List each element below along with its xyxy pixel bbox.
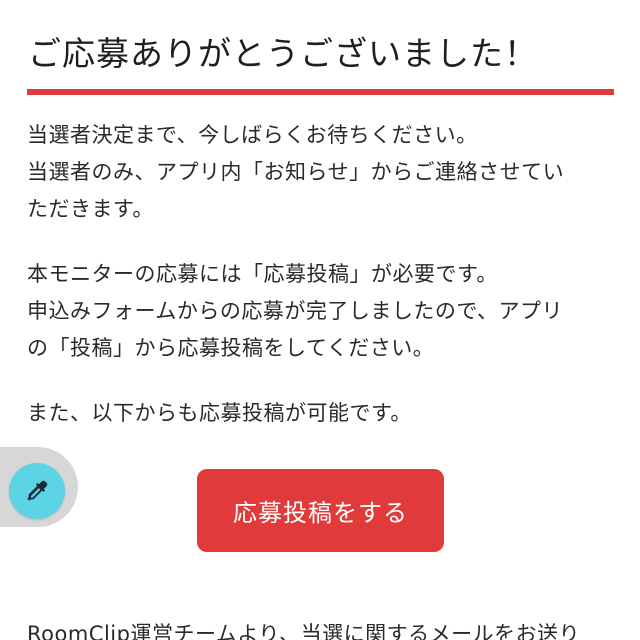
page-title: ご応募ありがとうございました！ — [28, 34, 538, 73]
paragraph-line: の「投稿」から応募投稿をしてください。 — [27, 336, 435, 360]
paragraph-line: 当選者決定まで、今しばらくお待ちください。 — [27, 123, 478, 147]
paragraph-line: 当選者のみ、アプリ内「お知らせ」からご連絡させてい — [27, 160, 565, 184]
paragraph-winner-notice: 当選者決定まで、今しばらくお待ちください。 当選者のみ、アプリ内「お知らせ」から… — [27, 117, 564, 228]
paragraph-line: また、以下からも応募投稿が可能です。 — [27, 401, 412, 425]
paragraph-line: ただきます。 — [27, 197, 154, 221]
paragraph-post-required: 本モニターの応募には「応募投稿」が必要です。 申込みフォームからの応募が完了しま… — [27, 256, 563, 367]
team-message-text: RoomClip運営チームより、当選に関するメールをお送り — [27, 622, 581, 640]
post-submission-button[interactable]: 応募投稿をする — [197, 469, 444, 552]
title-underline — [27, 89, 614, 95]
paragraph-line: 本モニターの応募には「応募投稿」が必要です。 — [27, 262, 498, 286]
eyedropper-button[interactable] — [9, 463, 65, 519]
paragraph-post-available: また、以下からも応募投稿が可能です。 — [27, 395, 412, 432]
eyedropper-icon — [27, 480, 48, 501]
page: ご応募ありがとうございました！ 当選者決定まで、今しばらくお待ちください。 当選… — [0, 0, 640, 640]
paragraph-line: 申込みフォームからの応募が完了しましたので、アプリ — [27, 299, 564, 323]
